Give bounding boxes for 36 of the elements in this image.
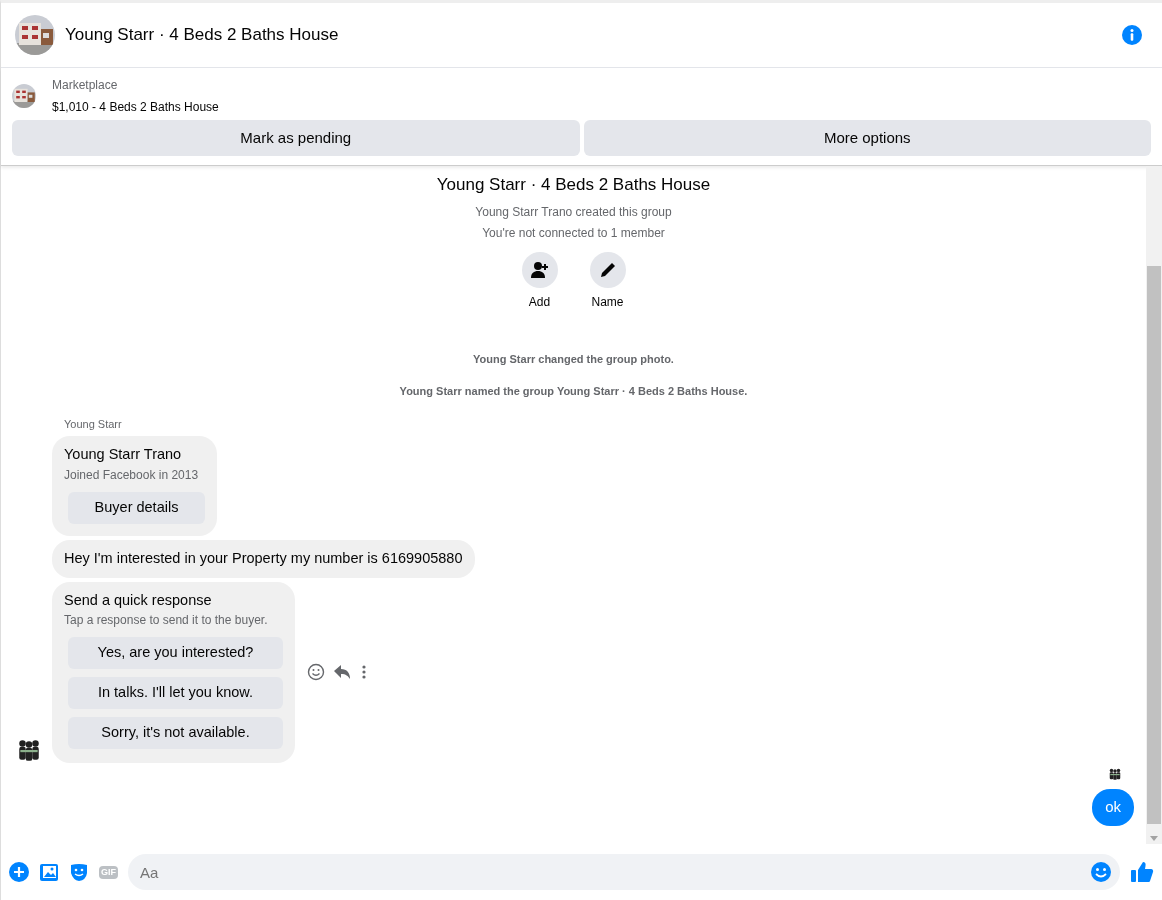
quick-response-button[interactable]: Yes, are you interested? (68, 637, 283, 670)
info-text: Young Starr Trano created this group (475, 204, 672, 219)
sent-message-bubble: ok (1092, 789, 1134, 826)
sticker-icon[interactable] (69, 862, 89, 882)
emoji-icon[interactable] (307, 663, 325, 682)
info-text: You're not connected to 1 member (482, 225, 665, 240)
quick-response-title: Send a quick response (64, 590, 213, 610)
message-field[interactable]: Aa (128, 854, 1120, 890)
action-button[interactable]: Mark as pending (12, 120, 580, 156)
people-icon (1108, 767, 1122, 782)
quick-response-subtitle: Tap a response to send it to the buyer. (64, 612, 269, 630)
thumbs-up-icon[interactable] (1130, 861, 1154, 883)
pencil-icon (598, 260, 617, 279)
listing-label: Marketplace (52, 77, 119, 94)
group-action-button[interactable]: Add (509, 251, 570, 311)
group-action-button[interactable]: Name (577, 251, 638, 311)
action-button[interactable]: More options (583, 120, 1151, 156)
scrollbar-thumb[interactable] (1147, 266, 1161, 824)
buyer-details-button[interactable]: Buyer details (68, 491, 205, 524)
info-icon[interactable] (1122, 25, 1142, 45)
profile-subtitle: Joined Facebook in 2013 (64, 466, 200, 484)
group-title: Young Starr · 4 Beds 2 Baths House (436, 175, 711, 194)
emoji-icon[interactable] (1090, 861, 1112, 883)
event-text: Young Starr named the group Young Starr · 4 Beds 2 Baths House. (399, 385, 748, 397)
quick-response-button[interactable]: Sorry, it's not available. (68, 717, 283, 750)
event-text: Young Starr changed the group photo. (473, 352, 674, 365)
image-icon[interactable] (39, 862, 59, 882)
sender-name: Young Starr (64, 417, 122, 430)
quick-response-button[interactable]: In talks. I'll let you know. (68, 677, 283, 710)
plus-icon[interactable] (9, 862, 29, 882)
message-bubble: Hey I'm interested in your Property my number is 6169905880 (52, 539, 475, 578)
add-person-icon (529, 260, 550, 279)
people-icon (16, 737, 42, 764)
listing-title: $1,010 - 4 Beds 2 Baths House (52, 99, 219, 116)
profile-name: Young Starr Trano (64, 445, 183, 464)
conversation-title: Young Starr · 4 Beds 2 Baths House (65, 24, 340, 47)
